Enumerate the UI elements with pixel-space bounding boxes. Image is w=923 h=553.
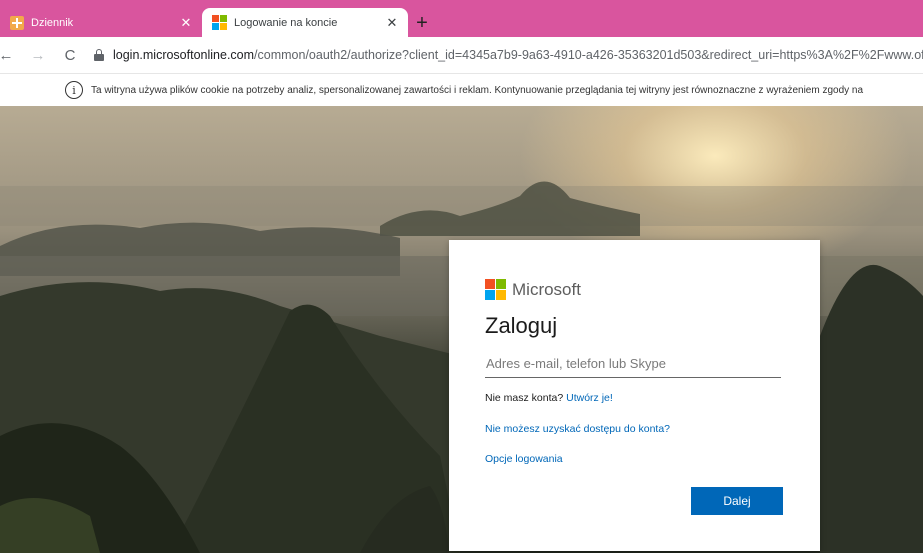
microsoft-brand: Microsoft [485, 279, 581, 300]
browser-tab-strip: Dziennik ✕ Logowanie na koncie ✕ + [0, 0, 923, 37]
new-tab-button[interactable]: + [412, 13, 432, 33]
create-account-link[interactable]: Utwórz je! [566, 392, 613, 404]
tab-dziennik[interactable]: Dziennik ✕ [0, 8, 202, 37]
no-access-link[interactable]: Nie możesz uzyskać dostępu do konta? [485, 423, 670, 435]
dziennik-favicon-icon [10, 15, 24, 30]
cookie-banner-text: Ta witryna używa plików cookie na potrze… [91, 84, 864, 96]
tab-title: Logowanie na koncie [234, 16, 338, 29]
reload-icon[interactable]: C [58, 43, 82, 67]
cookie-banner: i Ta witryna używa plików cookie na potr… [0, 73, 923, 106]
back-icon[interactable]: ← [0, 43, 18, 67]
info-icon: i [65, 81, 83, 99]
address-bar[interactable]: login.microsoftonline.com/common/oauth2/… [113, 48, 923, 62]
microsoft-favicon-icon [212, 15, 227, 30]
close-icon[interactable]: ✕ [178, 15, 194, 31]
tab-logowanie[interactable]: Logowanie na koncie ✕ [202, 8, 408, 37]
no-account-row: Nie masz konta? Utwórz je! [485, 392, 613, 404]
page-title: Zaloguj [485, 313, 558, 338]
next-button[interactable]: Dalej [691, 487, 783, 515]
no-account-text: Nie masz konta? [485, 392, 564, 404]
tab-title: Dziennik [31, 16, 74, 29]
brand-name: Microsoft [512, 279, 581, 299]
email-input[interactable] [485, 349, 781, 378]
forward-icon[interactable]: → [26, 43, 50, 67]
url-host: login.microsoftonline.com [113, 48, 255, 62]
close-icon[interactable]: ✕ [384, 15, 400, 31]
url-path: /common/oauth2/authorize?client_id=4345a… [254, 48, 923, 62]
browser-toolbar: ← → C login.microsoftonline.com/common/o… [0, 37, 923, 73]
login-card: Microsoft Zaloguj Nie masz konta? Utwórz… [449, 240, 820, 551]
microsoft-logo-icon [485, 279, 506, 300]
lock-icon[interactable] [94, 49, 104, 61]
sign-in-options-link[interactable]: Opcje logowania [485, 453, 563, 465]
